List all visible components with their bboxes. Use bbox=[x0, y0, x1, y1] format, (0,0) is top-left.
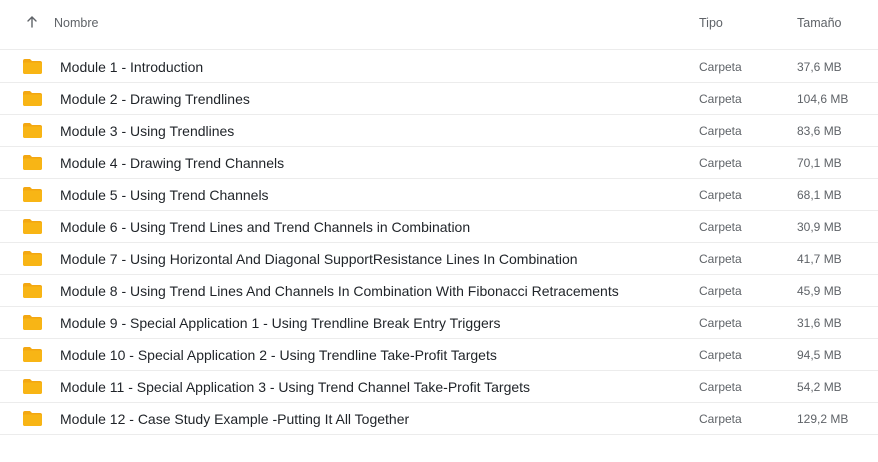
folder-icon bbox=[23, 59, 42, 74]
folder-size: 129,2 MB bbox=[797, 412, 849, 426]
folder-icon bbox=[23, 123, 42, 138]
arrow-up-icon[interactable] bbox=[24, 14, 40, 30]
folder-size: 104,6 MB bbox=[797, 92, 849, 106]
folder-type: Carpeta bbox=[699, 316, 742, 330]
folder-icon bbox=[23, 219, 42, 234]
folder-row[interactable]: Module 3 - Using Trendlines Carpeta 83,6 M… bbox=[0, 115, 878, 147]
folder-size: 31,6 MB bbox=[797, 316, 842, 330]
folder-row[interactable]: Module 5 - Using Trend Channels Carpeta 68… bbox=[0, 179, 878, 211]
folder-name[interactable]: Module 4 - Drawing Trend Channels bbox=[60, 155, 284, 171]
column-header-row: Nombre Tipo Tamaño bbox=[0, 0, 878, 50]
file-rows: Module 1 - Introduction Carpeta 37,6 MB Mod… bbox=[0, 51, 878, 435]
folder-name[interactable]: Module 6 - Using Trend Lines and Trend C… bbox=[60, 219, 470, 235]
folder-name[interactable]: Module 5 - Using Trend Channels bbox=[60, 187, 269, 203]
folder-type: Carpeta bbox=[699, 252, 742, 266]
folder-row[interactable]: Module 4 - Drawing Trend Channels Carpeta… bbox=[0, 147, 878, 179]
folder-type: Carpeta bbox=[699, 284, 742, 298]
folder-size: 70,1 MB bbox=[797, 156, 842, 170]
folder-size: 54,2 MB bbox=[797, 380, 842, 394]
folder-type: Carpeta bbox=[699, 220, 742, 234]
folder-type: Carpeta bbox=[699, 156, 742, 170]
folder-row[interactable]: Module 10 - Special Application 2 - Usin… bbox=[0, 339, 878, 371]
folder-icon bbox=[23, 91, 42, 106]
folder-type: Carpeta bbox=[699, 124, 742, 138]
folder-row[interactable]: Module 12 - Case Study Example -Putting … bbox=[0, 403, 878, 435]
folder-size: 94,5 MB bbox=[797, 348, 842, 362]
folder-type: Carpeta bbox=[699, 92, 742, 106]
folder-icon bbox=[23, 347, 42, 362]
folder-size: 68,1 MB bbox=[797, 188, 842, 202]
column-header-name[interactable]: Nombre bbox=[54, 16, 98, 30]
folder-size: 45,9 MB bbox=[797, 284, 842, 298]
folder-icon bbox=[23, 251, 42, 266]
folder-type: Carpeta bbox=[699, 188, 742, 202]
folder-icon bbox=[23, 187, 42, 202]
folder-icon bbox=[23, 315, 42, 330]
folder-name[interactable]: Module 1 - Introduction bbox=[60, 59, 203, 75]
folder-type: Carpeta bbox=[699, 60, 742, 74]
column-header-type[interactable]: Tipo bbox=[699, 16, 723, 30]
folder-row[interactable]: Module 9 - Special Application 1 - Using… bbox=[0, 307, 878, 339]
folder-name[interactable]: Module 11 - Special Application 3 - Usin… bbox=[60, 379, 530, 395]
folder-name[interactable]: Module 10 - Special Application 2 - Usin… bbox=[60, 347, 497, 363]
folder-row[interactable]: Module 11 - Special Application 3 - Usin… bbox=[0, 371, 878, 403]
folder-icon bbox=[23, 155, 42, 170]
file-list: Nombre Tipo Tamaño Module 1 - Introducti… bbox=[0, 0, 878, 462]
folder-row[interactable]: Module 1 - Introduction Carpeta 37,6 MB bbox=[0, 51, 878, 83]
column-header-size[interactable]: Tamaño bbox=[797, 16, 841, 30]
folder-name[interactable]: Module 9 - Special Application 1 - Using… bbox=[60, 315, 500, 331]
folder-type: Carpeta bbox=[699, 412, 742, 426]
folder-row[interactable]: Module 7 - Using Horizontal And Diagonal… bbox=[0, 243, 878, 275]
folder-row[interactable]: Module 8 - Using Trend Lines And Channel… bbox=[0, 275, 878, 307]
folder-icon bbox=[23, 283, 42, 298]
folder-icon bbox=[23, 411, 42, 426]
folder-name[interactable]: Module 2 - Drawing Trendlines bbox=[60, 91, 250, 107]
folder-name[interactable]: Module 7 - Using Horizontal And Diagonal… bbox=[60, 251, 578, 267]
folder-size: 30,9 MB bbox=[797, 220, 842, 234]
folder-type: Carpeta bbox=[699, 348, 742, 362]
folder-type: Carpeta bbox=[699, 380, 742, 394]
folder-name[interactable]: Module 3 - Using Trendlines bbox=[60, 123, 234, 139]
folder-row[interactable]: Module 6 - Using Trend Lines and Trend C… bbox=[0, 211, 878, 243]
folder-icon bbox=[23, 379, 42, 394]
folder-row[interactable]: Module 2 - Drawing Trendlines Carpeta 104,… bbox=[0, 83, 878, 115]
folder-name[interactable]: Module 8 - Using Trend Lines And Channel… bbox=[60, 283, 619, 299]
folder-size: 37,6 MB bbox=[797, 60, 842, 74]
folder-size: 41,7 MB bbox=[797, 252, 842, 266]
folder-size: 83,6 MB bbox=[797, 124, 842, 138]
folder-name[interactable]: Module 12 - Case Study Example -Putting … bbox=[60, 411, 409, 427]
